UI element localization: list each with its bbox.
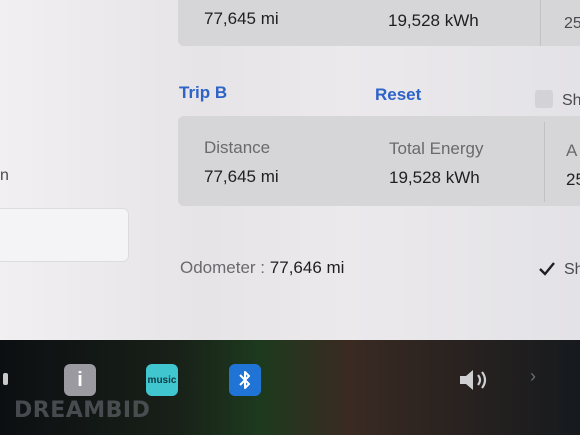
odometer-value: 77,646 mi (269, 258, 345, 277)
show-trip-b-checkbox[interactable] (535, 90, 553, 108)
left-partial-text: n (0, 167, 9, 184)
avg-label-partial: A (566, 141, 578, 160)
checkmark-icon[interactable] (537, 259, 557, 279)
total-energy-label: Total Energy (389, 139, 484, 158)
manual-glyph: i (77, 368, 83, 391)
odometer: Odometer : 77,646 mi (180, 258, 344, 278)
distance-value: 77,645 mi (204, 167, 279, 186)
amazon-music-icon[interactable]: music (146, 364, 178, 396)
total-energy-value: 19,528 kWh (389, 168, 480, 187)
chevron-right-icon[interactable]: › (530, 366, 536, 387)
manual-icon[interactable]: i (64, 364, 96, 396)
music-label: music (147, 374, 177, 386)
distance-label: Distance (204, 138, 271, 157)
taskbar-edge-icon (3, 373, 8, 385)
reset-button[interactable]: Reset (375, 85, 421, 105)
trip-a-avg-partial: 25 (564, 15, 580, 32)
text-input-field[interactable] (0, 208, 129, 262)
trip-b-title: Trip B (179, 83, 228, 102)
trip-screen: 77,645 mi 19,528 kWh 25 Trip B Reset Sh … (0, 0, 580, 340)
taskbar: i music › DREAMBID (0, 340, 580, 435)
trip-b-divider (544, 122, 545, 202)
trip-a-energy: 19,528 kWh (388, 11, 479, 30)
odometer-label: Odometer : (180, 258, 266, 277)
watermark-logo: DREAMBID (14, 398, 151, 423)
show-checked-partial: Sh (564, 261, 580, 278)
trip-b-card (178, 116, 580, 206)
show-partial-label: Sh (562, 92, 580, 109)
trip-a-distance: 77,645 mi (204, 9, 279, 28)
bluetooth-icon[interactable] (229, 364, 261, 396)
avg-value-partial: 25 (566, 170, 580, 189)
trip-a-divider (540, 0, 541, 46)
volume-icon[interactable] (458, 368, 492, 397)
